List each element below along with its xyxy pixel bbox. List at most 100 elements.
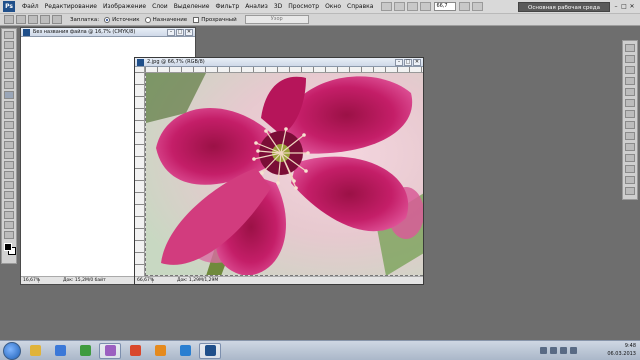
network-icon[interactable] [550,347,557,354]
menu-3d[interactable]: 3D [271,0,285,14]
menu-image[interactable]: Изображение [100,0,149,14]
screen-mode-icon[interactable] [472,2,484,11]
healing-tool-icon[interactable] [4,91,14,99]
actions-panel-icon[interactable] [625,110,635,118]
menu-window[interactable]: Окно [322,0,344,14]
type-tool-icon[interactable] [4,181,14,189]
menu-edit[interactable]: Редактирование [42,0,100,14]
menu-help[interactable]: Справка [344,0,376,14]
document-title-bar[interactable]: Без названия файла @ 16,7% (CMYK/8) – □ … [21,28,195,37]
path-select-tool-icon[interactable] [4,191,14,199]
intersect-selection-icon[interactable] [52,15,62,24]
new-selection-icon[interactable] [16,15,26,24]
eraser-tool-icon[interactable] [4,131,14,139]
document-close-icon[interactable]: ✕ [413,59,421,66]
document-maximize-icon[interactable]: □ [404,59,412,66]
blur-tool-icon[interactable] [4,151,14,159]
document-minimize-icon[interactable]: – [167,29,175,36]
marquee-tool-icon[interactable] [4,41,14,49]
taskbar-app-ie[interactable] [174,343,196,359]
window-controls: – □ ✕ [612,2,636,11]
menu-file[interactable]: Файл [19,0,42,14]
color-panel-icon[interactable] [625,44,635,52]
masks-panel-icon[interactable] [625,88,635,96]
destination-radio[interactable] [144,16,151,23]
clone-stamp-tool-icon[interactable] [4,111,14,119]
brushes-panel-icon[interactable] [625,154,635,162]
document-controls: – □ ✕ [166,28,193,36]
use-pattern-button[interactable]: Узор [244,15,309,24]
taskbar-app-paint[interactable] [74,343,96,359]
clone-source-panel-icon[interactable] [625,165,635,173]
document-maximize-icon[interactable]: □ [176,29,184,36]
firefox-icon [154,345,166,356]
foreground-color-swatch[interactable] [4,243,12,251]
crop-tool-icon[interactable] [4,71,14,79]
close-icon[interactable]: ✕ [628,2,636,11]
tray-arrow-icon[interactable] [540,347,547,354]
brush-tool-icon[interactable] [4,101,14,109]
hand-tool-icon[interactable] [4,221,14,229]
3d-rotate-tool-icon[interactable] [4,211,14,219]
transparent-checkbox[interactable] [193,16,200,23]
history-brush-tool-icon[interactable] [4,121,14,129]
workspace-switcher-button[interactable]: Основная рабочая среда [518,2,610,12]
move-tool-icon[interactable] [4,31,14,39]
quick-select-tool-icon[interactable] [4,61,14,69]
taskbar-app-chrome[interactable] [124,343,146,359]
shape-tool-icon[interactable] [4,201,14,209]
styles-panel-icon[interactable] [625,66,635,74]
arrange-documents-icon[interactable] [459,2,471,11]
swatches-panel-icon[interactable] [625,55,635,63]
document-zoom-field[interactable]: 16,67% [21,278,40,283]
layers-panel-icon[interactable] [625,121,635,129]
maximize-icon[interactable]: □ [620,2,628,11]
document-minimize-icon[interactable]: – [395,59,403,66]
pen-tool-icon[interactable] [4,171,14,179]
chrome-icon [129,345,141,356]
start-button[interactable] [3,341,21,360]
document-zoom-field[interactable]: 66,67% [135,278,154,283]
adjustments-panel-icon[interactable] [625,77,635,85]
menu-analysis[interactable]: Анализ [242,0,271,14]
taskbar-app-firefox[interactable] [149,343,171,359]
zoom-level-field[interactable]: 66,7 [434,2,457,11]
zoom-tool-icon[interactable] [4,231,14,239]
minimize-icon[interactable]: – [612,2,620,11]
document-window-photo[interactable]: 2.jpg @ 66,7% (RGB/8) – □ ✕ 66,67% Док: … [134,57,424,285]
document-title-bar[interactable]: 2.jpg @ 66,7% (RGB/8) – □ ✕ [135,58,423,67]
patch-tool-icon[interactable] [4,15,14,24]
menu-view[interactable]: Просмотр [285,0,322,14]
lasso-tool-icon[interactable] [4,51,14,59]
taskbar-app-explorer[interactable] [24,343,46,359]
add-selection-icon[interactable] [28,15,38,24]
zoom-tool-icon[interactable] [420,2,432,11]
menu-filter[interactable]: Фильтр [212,0,242,14]
taskbar-app-photoshop[interactable] [199,342,221,359]
source-label: Источник [112,16,140,23]
menu-layers[interactable]: Слои [149,0,171,14]
gradient-tool-icon[interactable] [4,141,14,149]
character-panel-icon[interactable] [625,176,635,184]
paths-panel-icon[interactable] [625,143,635,151]
subtract-selection-icon[interactable] [40,15,50,24]
eyedropper-tool-icon[interactable] [4,81,14,89]
volume-icon[interactable] [560,347,567,354]
taskbar-app-media-player[interactable] [49,343,71,359]
menu-select[interactable]: Выделение [171,0,213,14]
dodge-tool-icon[interactable] [4,161,14,169]
hand-icon[interactable] [407,2,419,11]
language-icon[interactable] [570,347,577,354]
clock[interactable]: 9:48 06.03.2013 [607,342,636,358]
vertical-ruler[interactable] [135,67,145,277]
image-canvas[interactable] [145,73,423,276]
taskbar-app-photo-viewer[interactable] [99,342,121,359]
document-close-icon[interactable]: ✕ [185,29,193,36]
history-panel-icon[interactable] [625,99,635,107]
flower-photo [146,73,423,275]
source-radio[interactable] [104,16,111,23]
bridge-icon[interactable] [381,2,393,11]
mini-bridge-icon[interactable] [394,2,406,11]
channels-panel-icon[interactable] [625,132,635,140]
paragraph-panel-icon[interactable] [625,187,635,195]
